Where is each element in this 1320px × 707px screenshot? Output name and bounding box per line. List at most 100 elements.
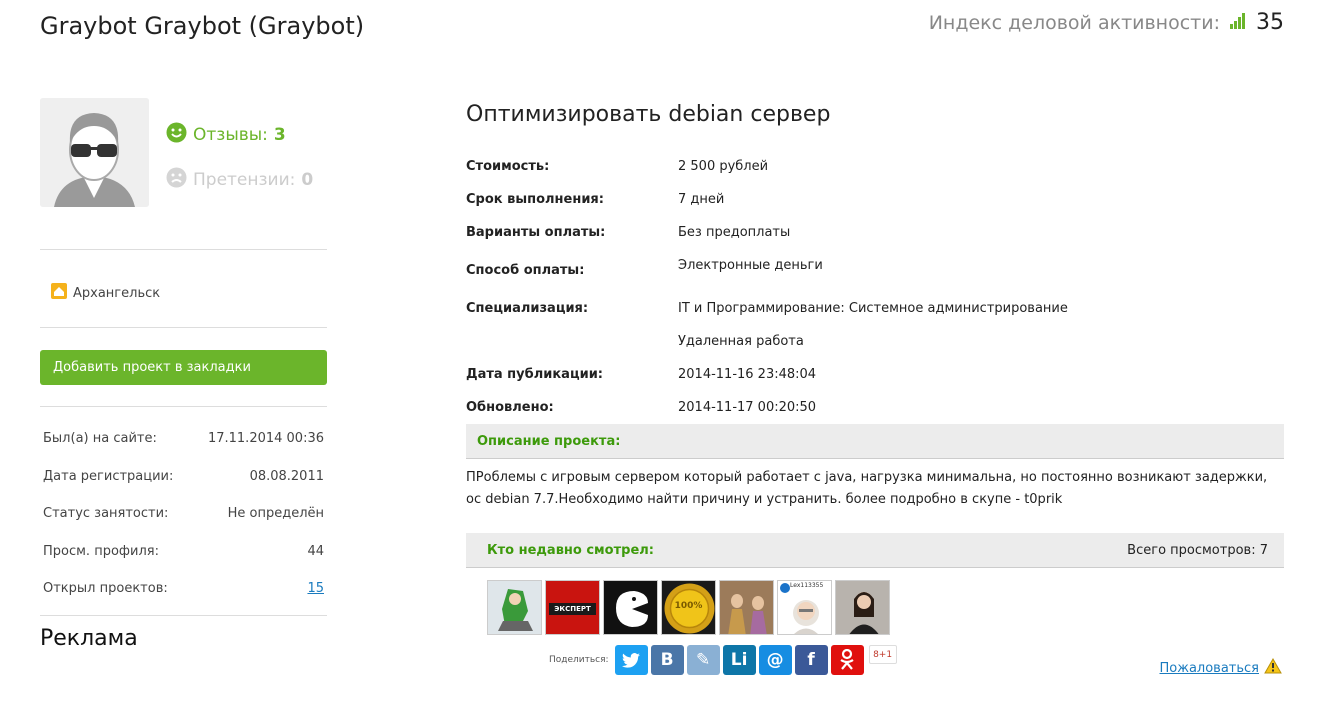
project-title: Оптимизировать debian сервер <box>466 102 831 127</box>
detail-value: 2014-11-16 23:48:04 <box>678 367 817 382</box>
stat-projects-opened: Открыл проектов: 15 <box>40 570 327 608</box>
stat-last-visit: Был(а) на сайте: 17.11.2014 00:36 <box>40 420 327 458</box>
recent-viewers-header: Кто недавно смотрел: Всего просмотров: 7 <box>466 533 1284 568</box>
share-bar: Поделиться: B ✎ Li @ f 8+1 <box>549 645 897 675</box>
add-bookmark-button[interactable]: Добавить проект в закладки <box>40 350 327 385</box>
facebook-icon: f <box>807 650 815 670</box>
user-stats: Был(а) на сайте: 17.11.2014 00:36 Дата р… <box>40 420 327 608</box>
detail-row-deadline: Срок выполнения: 7 дней <box>466 192 1286 207</box>
claims-count: 0 <box>301 170 314 190</box>
smile-icon <box>166 122 187 148</box>
twitter-share-button[interactable] <box>614 645 648 675</box>
stat-label: Просм. профиля: <box>43 543 159 559</box>
city: Архангельск <box>51 283 160 303</box>
odnoklassniki-icon <box>840 649 854 670</box>
detail-label: Обновлено: <box>466 400 554 415</box>
viewer-avatar[interactable] <box>719 580 774 635</box>
warning-icon <box>1264 657 1282 678</box>
viewer-avatar[interactable] <box>835 580 890 635</box>
sad-face-icon <box>166 167 187 193</box>
detail-label: Способ оплаты: <box>466 263 585 278</box>
detail-value: Удаленная работа <box>678 334 804 349</box>
page-title: Graybot Graybot (Graybot) <box>40 12 365 40</box>
vk-icon: B <box>660 650 674 670</box>
description-line: ос debian 7.7.Необходимо найти причину и… <box>466 492 1063 507</box>
stat-registration-date: Дата регистрации: 08.08.2011 <box>40 458 327 496</box>
activity-index: Индекс деловой активности: 35 <box>929 10 1284 35</box>
viewer-avatar[interactable]: ЭКСПЕРТ <box>545 580 600 635</box>
odnoklassniki-share-button[interactable] <box>830 645 864 675</box>
recent-viewers-title: Кто недавно смотрел: <box>487 542 654 558</box>
detail-label: Дата публикации: <box>466 367 603 382</box>
detail-value: Электронные деньги <box>678 258 823 273</box>
detail-label <box>466 334 678 349</box>
city-label: Архангельск <box>73 285 161 301</box>
default-avatar-icon <box>40 98 149 207</box>
viewer-badge-text: ЭКСПЕРТ <box>549 603 596 615</box>
project-description: ПРоблемы с игровым сервером который рабо… <box>466 467 1284 511</box>
mailru-share-button[interactable]: @ <box>758 645 792 675</box>
detail-label: Варианты оплаты: <box>466 225 606 240</box>
viewer-badge-text: Lex113355 <box>790 582 824 589</box>
report-link[interactable]: Пожаловаться <box>1160 661 1260 676</box>
detail-label: Специализация: <box>466 301 589 316</box>
mail-icon: @ <box>766 650 784 670</box>
detail-row-updated: Обновлено: 2014-11-17 00:20:50 <box>466 400 1286 415</box>
recent-viewers: ЭКСПЕРТ 100% Lex113355 <box>487 580 890 635</box>
viewer-avatar[interactable] <box>603 580 658 635</box>
description-line: ПРоблемы с игровым сервером который рабо… <box>466 470 1268 485</box>
signal-bars-icon <box>1230 12 1246 33</box>
activity-index-label: Индекс деловой активности: <box>928 11 1220 34</box>
stat-profile-views: Просм. профиля: 44 <box>40 533 327 571</box>
total-views: Всего просмотров: 7 <box>1127 542 1268 558</box>
report-link-wrap: Пожаловаться <box>1160 657 1283 678</box>
reviews-link[interactable]: Отзывы: 3 <box>166 122 286 148</box>
detail-row-work-type: Удаленная работа <box>466 334 1286 349</box>
detail-value: Без предоплаты <box>678 225 791 240</box>
detail-label: Стоимость: <box>466 159 550 174</box>
stat-employment-status: Статус занятости: Не определён <box>40 495 327 533</box>
reviews-count: 3 <box>273 125 286 145</box>
detail-row-payment-options: Варианты оплаты: Без предоплаты <box>466 225 1286 240</box>
divider <box>40 327 327 328</box>
projects-opened-link[interactable]: 15 <box>307 581 324 596</box>
stat-value: 44 <box>307 543 324 559</box>
linkedin-share-button[interactable]: Li <box>722 645 756 675</box>
claims-label: Претензии: <box>193 170 296 190</box>
stat-label: Дата регистрации: <box>43 468 174 484</box>
stat-value: 17.11.2014 00:36 <box>207 431 324 447</box>
stat-value: 08.08.2011 <box>249 468 324 484</box>
detail-row-published: Дата публикации: 2014-11-16 23:48:04 <box>466 367 1286 382</box>
stat-label: Статус занятости: <box>43 506 169 522</box>
divider <box>40 406 327 407</box>
facebook-share-button[interactable]: f <box>794 645 828 675</box>
description-header: Описание проекта: <box>466 424 1284 459</box>
divider <box>40 615 327 616</box>
viewer-avatar[interactable]: 100% <box>661 580 716 635</box>
claims-link[interactable]: Претензии: 0 <box>166 167 313 193</box>
home-icon <box>51 283 67 303</box>
viewer-avatar[interactable] <box>487 580 542 635</box>
livejournal-share-button[interactable]: ✎ <box>686 645 720 675</box>
viewer-avatar[interactable]: Lex113355 <box>777 580 832 635</box>
vk-share-button[interactable]: B <box>650 645 684 675</box>
avatar[interactable] <box>40 98 149 207</box>
activity-index-value: 35 <box>1256 10 1284 35</box>
livejournal-icon: ✎ <box>695 650 711 670</box>
stat-value: Не определён <box>227 506 324 522</box>
detail-row-specialization: Специализация: IT и Программирование: Си… <box>466 301 1286 316</box>
stat-label: Был(а) на сайте: <box>43 431 157 447</box>
linkedin-icon: Li <box>730 650 748 670</box>
detail-row-cost: Стоимость: 2 500 рублей <box>466 159 1286 174</box>
detail-value: 7 дней <box>678 192 725 207</box>
divider <box>40 249 327 250</box>
twitter-icon <box>622 652 641 668</box>
viewer-badge-text: 100% <box>674 601 703 611</box>
detail-value: 2 500 рублей <box>678 159 769 174</box>
google-plus-button[interactable]: 8+1 <box>868 645 897 664</box>
ads-heading: Реклама <box>40 626 138 651</box>
stat-label: Открыл проектов: <box>43 581 168 597</box>
detail-label: Срок выполнения: <box>466 192 604 207</box>
detail-value: IT и Программирование: Системное админис… <box>678 301 1068 316</box>
detail-row-payment-method: Способ оплаты: Электронные деньги <box>466 258 1286 278</box>
